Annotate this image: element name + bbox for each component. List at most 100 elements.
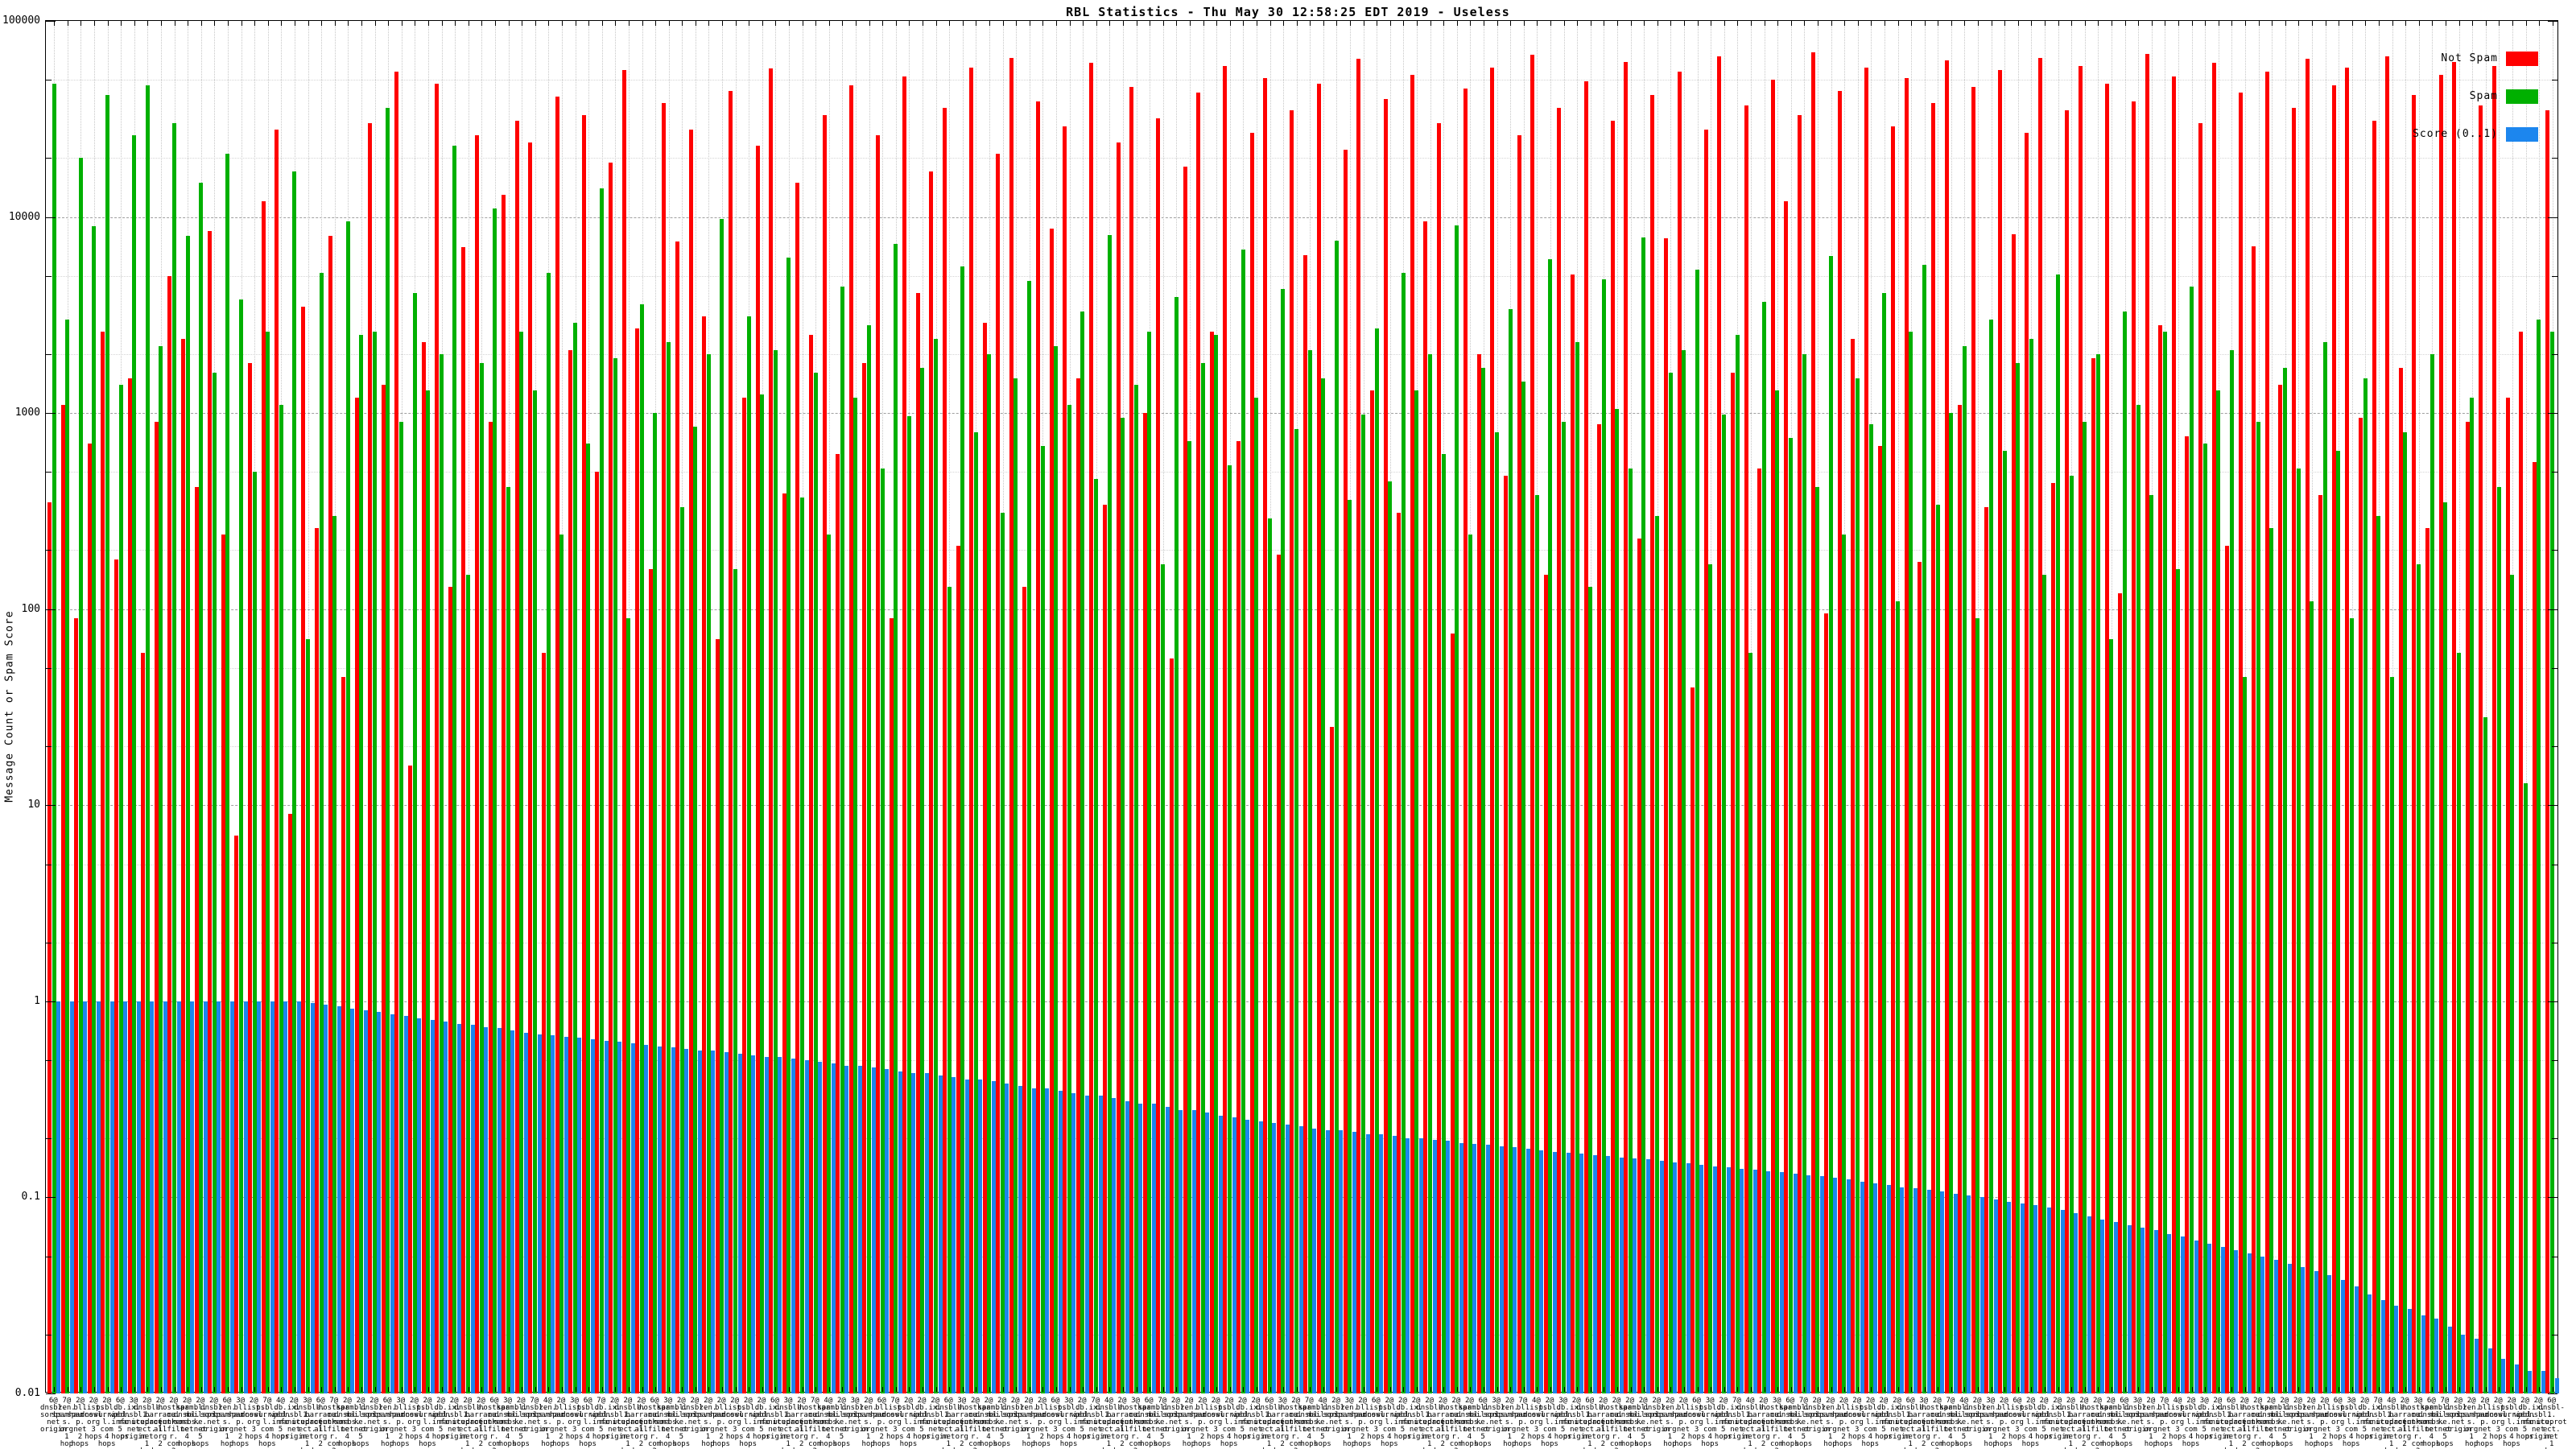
x-tick-top: [1002, 21, 1004, 26]
bar-not-spam: [1851, 338, 1856, 1393]
bar-score: [363, 1010, 368, 1393]
bar-spam: [1455, 225, 1459, 1393]
bar-not-spam: [287, 814, 292, 1393]
bar-spam: [1133, 384, 1138, 1393]
x-tick-bottom: [856, 1387, 857, 1392]
bar-score: [1432, 1139, 1437, 1393]
x-tick-bottom: [1216, 1387, 1218, 1392]
bar-not-spam: [1610, 120, 1615, 1393]
bar-score: [56, 1001, 61, 1393]
x-tick-bottom: [628, 1387, 630, 1392]
y-minor-tick-right: [2552, 353, 2557, 355]
bar-spam: [359, 335, 364, 1393]
bar-not-spam: [1129, 87, 1134, 1393]
bar-spam: [613, 358, 617, 1393]
bar-score: [1525, 1149, 1530, 1393]
bar-not-spam: [1049, 229, 1054, 1393]
bar-not-spam: [1770, 80, 1775, 1393]
bar-spam: [533, 390, 538, 1393]
x-tick-bottom: [80, 1387, 82, 1392]
bar-not-spam: [1450, 634, 1455, 1393]
x-tick-bottom: [254, 1387, 256, 1392]
bar-score: [844, 1065, 849, 1393]
bar-not-spam: [755, 146, 760, 1393]
bar-not-spam: [1984, 507, 1989, 1393]
bar-not-spam: [475, 135, 480, 1393]
bar-score: [2354, 1286, 2359, 1393]
bar-score: [1967, 1195, 1971, 1393]
bar-spam: [880, 469, 885, 1393]
x-tick-bottom: [561, 1387, 563, 1392]
bar-not-spam: [2238, 93, 2243, 1393]
bar-not-spam: [87, 443, 92, 1393]
x-tick-bottom: [935, 1387, 937, 1392]
x-tick-bottom: [1176, 1387, 1178, 1392]
bar-score: [644, 1044, 649, 1393]
y-major-tick-left: [46, 413, 56, 415]
bar-spam: [466, 574, 471, 1393]
bar-not-spam: [1624, 61, 1629, 1393]
x-tick-top: [1096, 21, 1097, 26]
bar-not-spam: [1503, 475, 1508, 1393]
x-tick-top: [856, 21, 857, 26]
bar-not-spam: [2118, 593, 2123, 1393]
bar-spam: [1949, 413, 1954, 1393]
bar-score: [350, 1008, 355, 1393]
x-tick-bottom: [588, 1387, 590, 1392]
bar-score: [857, 1065, 862, 1393]
bar-not-spam: [234, 836, 239, 1393]
x-tick-top: [2191, 21, 2193, 26]
legend-swatch-spam: [2506, 89, 2538, 104]
x-tick-top: [962, 21, 964, 26]
bar-score: [136, 1001, 141, 1393]
bar-spam: [1427, 353, 1432, 1393]
bar-score: [964, 1079, 969, 1393]
bar-score: [150, 1001, 155, 1393]
bar-spam: [1267, 518, 1272, 1393]
bar-spam: [2363, 378, 2368, 1393]
x-tick-top: [1911, 21, 1913, 26]
y-minor-tick-left: [46, 1060, 52, 1062]
bar-spam: [118, 384, 123, 1393]
bar-spam: [853, 397, 858, 1393]
bar-spam: [1000, 513, 1005, 1393]
x-tick-bottom: [962, 1387, 964, 1392]
x-tick-bottom: [2205, 1387, 2207, 1392]
bar-score: [577, 1038, 582, 1393]
bar-spam: [2376, 515, 2381, 1393]
x-tick-top: [1750, 21, 1752, 26]
bar-not-spam: [1931, 103, 1935, 1393]
bar-spam: [1147, 332, 1152, 1393]
bar-score: [2140, 1228, 2145, 1393]
y-major-tick-right: [2548, 805, 2557, 807]
bar-spam: [1895, 601, 1900, 1393]
x-tick-top: [2084, 21, 2086, 26]
bar-spam: [1789, 437, 1794, 1393]
x-tick-bottom: [2365, 1387, 2367, 1392]
bar-spam: [840, 287, 844, 1393]
x-tick-bottom: [1296, 1387, 1298, 1392]
x-tick-bottom: [2351, 1387, 2353, 1392]
bar-not-spam: [1183, 167, 1187, 1393]
bar-spam: [1828, 256, 1833, 1393]
bar-spam: [2216, 390, 2221, 1393]
bar-spam: [720, 218, 724, 1393]
bar-spam: [159, 345, 163, 1393]
legend-swatch-score: [2506, 126, 2538, 142]
bar-not-spam: [942, 108, 947, 1393]
x-tick-top: [161, 21, 163, 26]
bar-score: [564, 1036, 568, 1393]
bar-score: [1031, 1088, 1036, 1393]
bar-score: [1152, 1104, 1157, 1393]
bar-not-spam: [702, 316, 707, 1393]
bar-not-spam: [862, 362, 867, 1393]
y-tick-label: 1: [34, 994, 40, 1007]
x-tick-bottom: [1750, 1387, 1752, 1392]
bar-spam: [1080, 311, 1085, 1393]
bar-score: [2487, 1348, 2492, 1393]
bar-spam: [266, 332, 270, 1393]
bar-not-spam: [1864, 67, 1869, 1393]
x-tick-top: [561, 21, 563, 26]
bar-spam: [1388, 481, 1393, 1393]
bar-score: [1165, 1106, 1170, 1393]
